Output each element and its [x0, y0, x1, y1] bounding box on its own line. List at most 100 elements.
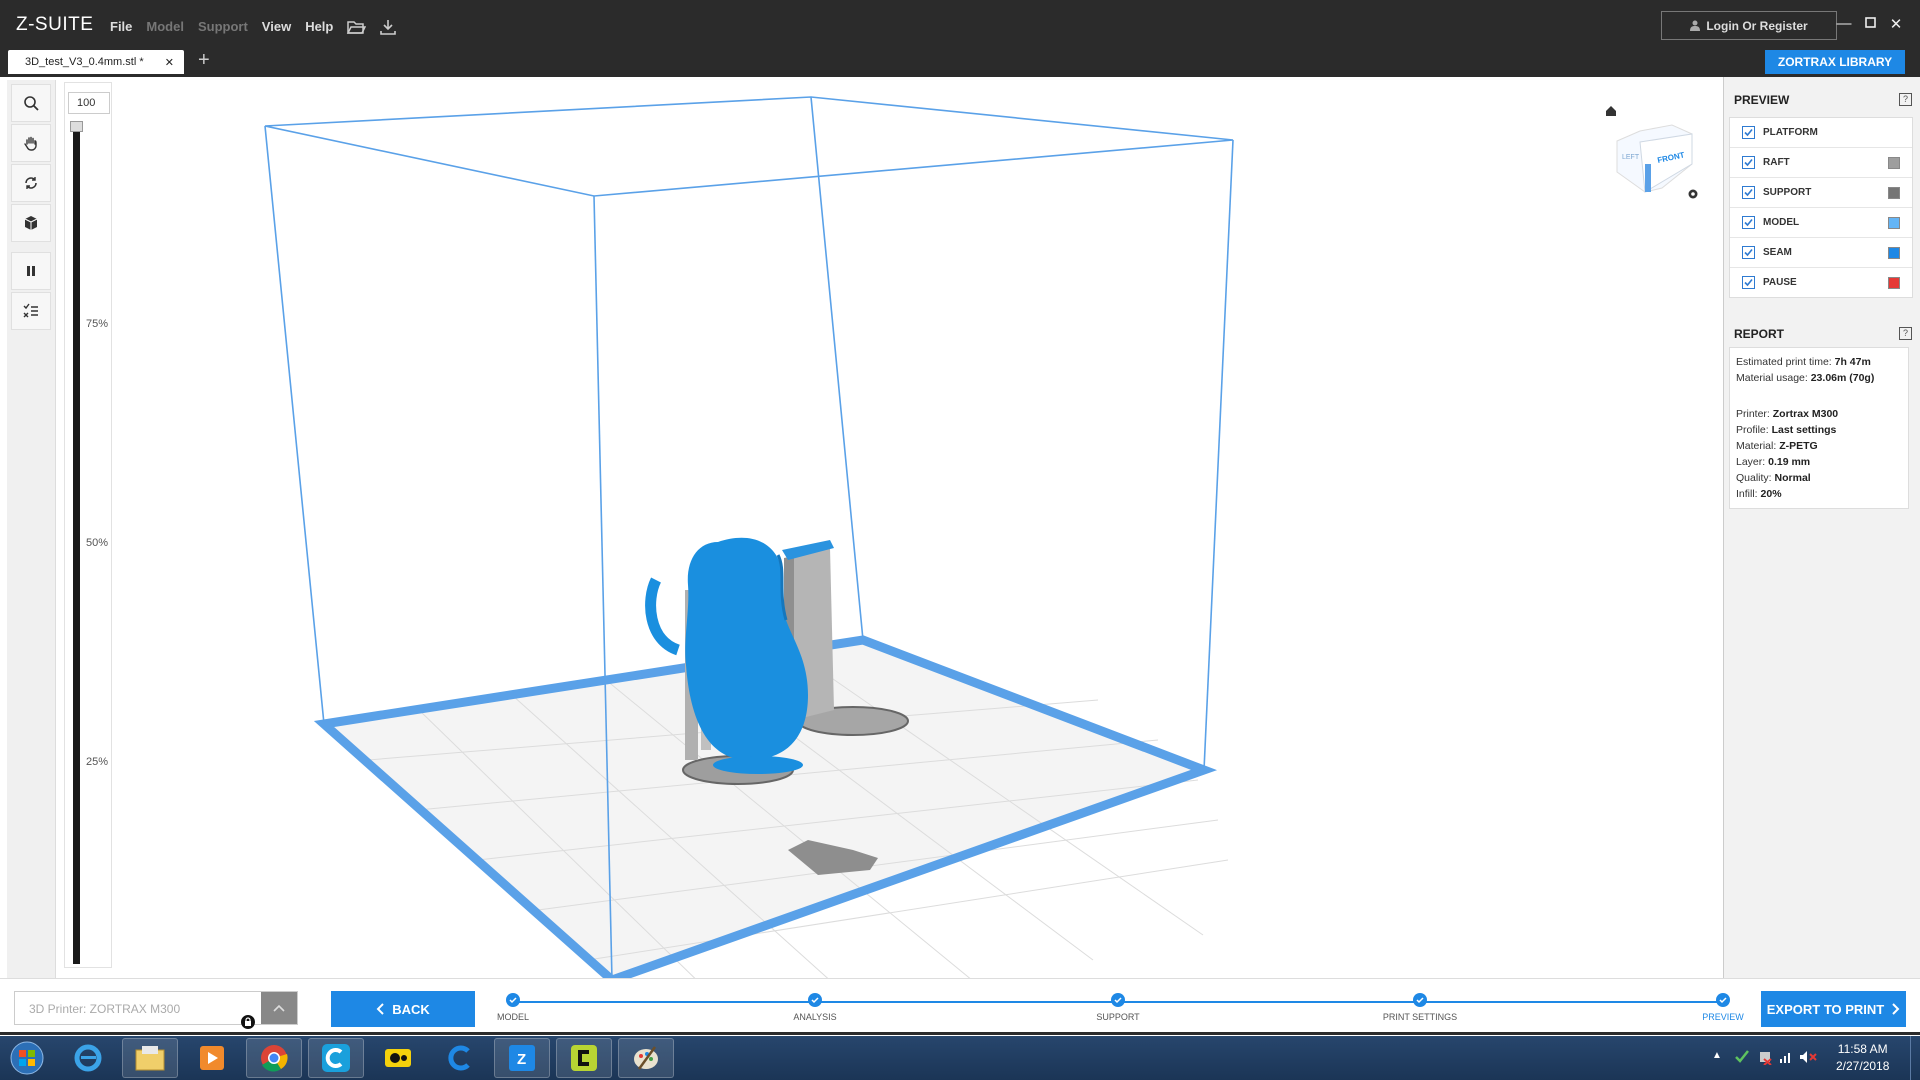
3d-viewport[interactable]: . [118, 80, 1723, 978]
layer-slider-track[interactable] [73, 124, 80, 964]
printer-dropdown-button[interactable] [261, 992, 297, 1024]
step-model[interactable]: MODEL [453, 993, 573, 1022]
legend-row-platform[interactable]: PLATFORM [1730, 118, 1912, 148]
check-icon [1744, 188, 1753, 197]
material-type-label: Material: [1736, 440, 1777, 452]
app-c-icon [322, 1044, 350, 1072]
legend-row-seam[interactable]: SEAM [1730, 238, 1912, 268]
app-yellow-icon [385, 1049, 411, 1067]
home-icon[interactable] [1606, 106, 1616, 116]
chevron-up-icon [273, 1004, 285, 1012]
seam-checkbox[interactable] [1742, 246, 1755, 259]
preview-help-icon[interactable]: ? [1899, 93, 1912, 106]
media-player-icon [200, 1046, 224, 1070]
step-check-icon [1413, 993, 1427, 1007]
login-label: Login Or Register [1706, 18, 1808, 33]
pause-tool[interactable] [11, 252, 51, 290]
layer-value-input[interactable]: 100 [68, 92, 110, 114]
menu-help[interactable]: Help [305, 19, 333, 34]
close-button[interactable]: ✕ [1886, 15, 1906, 33]
report-quality: Quality: Normal [1736, 470, 1908, 486]
app-yellow-button[interactable] [370, 1038, 426, 1078]
menu-model[interactable]: Model [146, 19, 184, 34]
legend-row-raft[interactable]: RAFT [1730, 148, 1912, 178]
zoom-tool[interactable] [11, 84, 51, 122]
tab-file-label: 3D_test_V3_0.4mm.stl * [25, 56, 144, 68]
right-panel: PREVIEW ? PLATFORM RAFT SUPPORT MODEL SE… [1723, 77, 1920, 978]
pan-tool[interactable] [11, 124, 51, 162]
report-help-icon[interactable]: ? [1899, 327, 1912, 340]
quality-value: Normal [1774, 472, 1811, 484]
printer-select-value: 3D Printer: ZORTRAX M300 [29, 1002, 181, 1016]
printer-label: Printer: [1736, 408, 1770, 420]
show-desktop-button[interactable] [1910, 1036, 1920, 1080]
pause-checkbox[interactable] [1742, 276, 1755, 289]
step-support[interactable]: SUPPORT [1058, 993, 1178, 1022]
app-logo: Z-SUITE [16, 14, 94, 35]
rotate-tool[interactable] [11, 164, 51, 202]
step-print-settings[interactable]: PRINT SETTINGS [1360, 993, 1480, 1022]
tray-expand-icon[interactable]: ▲ [1712, 1050, 1722, 1061]
legend-row-support[interactable]: SUPPORT [1730, 178, 1912, 208]
view-tool[interactable] [11, 204, 51, 242]
download-icon[interactable] [378, 17, 398, 37]
report-printer: Printer: Zortrax M300 [1736, 406, 1908, 422]
print-time-value: 7h 47m [1834, 356, 1871, 368]
new-tab-button[interactable]: + [198, 49, 210, 72]
report-material: Material usage: 23.06m (70g) [1736, 370, 1908, 386]
profile-label: Profile: [1736, 424, 1769, 436]
paint-button[interactable] [618, 1038, 674, 1078]
printer-select[interactable]: 3D Printer: ZORTRAX M300 [14, 991, 298, 1029]
app-c3-button[interactable] [556, 1038, 612, 1078]
view-cube[interactable]: LEFT FRONT [1600, 104, 1700, 204]
media-player-button[interactable] [184, 1038, 240, 1078]
zortrax-library-button[interactable]: ZORTRAX LIBRARY [1765, 50, 1905, 74]
start-button[interactable] [0, 1038, 54, 1078]
step-check-icon [1111, 993, 1125, 1007]
tab-file[interactable]: 3D_test_V3_0.4mm.stl * ✕ [8, 50, 184, 74]
support-color-swatch [1888, 186, 1900, 199]
system-tray-icons[interactable] [1734, 1049, 1818, 1065]
z-suite-taskbar-button[interactable]: Z [494, 1038, 550, 1078]
menu-file[interactable]: File [110, 19, 132, 34]
chrome-button[interactable] [246, 1038, 302, 1078]
layer-slider-handle[interactable] [70, 121, 83, 132]
report-profile: Profile: Last settings [1736, 422, 1908, 438]
model-checkbox[interactable] [1742, 216, 1755, 229]
minimize-button[interactable]: — [1834, 15, 1854, 32]
gear-icon[interactable] [1688, 189, 1698, 199]
export-to-print-button[interactable]: EXPORT TO PRINT [1761, 991, 1906, 1027]
menu-support[interactable]: Support [198, 19, 248, 34]
step-analysis[interactable]: ANALYSIS [755, 993, 875, 1022]
legend-row-model[interactable]: MODEL [1730, 208, 1912, 238]
layers-tool[interactable] [11, 292, 51, 330]
platform-checkbox[interactable] [1742, 126, 1755, 139]
step-label: MODEL [496, 1012, 529, 1022]
profile-value: Last settings [1771, 424, 1837, 436]
model-color-swatch [1888, 216, 1900, 229]
internet-explorer-button[interactable] [60, 1038, 116, 1078]
report-infill: Infill: 20% [1736, 486, 1908, 502]
report-material-type: Material: Z-PETG [1736, 438, 1908, 454]
support-checkbox[interactable] [1742, 186, 1755, 199]
bottom-bar: 3D Printer: ZORTRAX M300 BACK MODEL ANAL… [0, 978, 1920, 1034]
tab-close-icon[interactable]: ✕ [165, 56, 174, 69]
taskbar-clock[interactable]: 11:58 AM 2/27/2018 [1836, 1041, 1889, 1075]
check-icon [1744, 218, 1753, 227]
legend-row-pause[interactable]: PAUSE [1730, 268, 1912, 297]
check-icon [1744, 128, 1753, 137]
app-c2-button[interactable] [432, 1038, 488, 1078]
login-button[interactable]: Login Or Register [1661, 11, 1837, 40]
internet-explorer-icon [74, 1044, 102, 1072]
menu-view[interactable]: View [262, 19, 291, 34]
maximize-icon [1864, 17, 1876, 28]
app-c2-icon [448, 1045, 470, 1071]
view-cube-left: LEFT [1622, 154, 1640, 161]
raft-checkbox[interactable] [1742, 156, 1755, 169]
legend-label: MODEL [1763, 217, 1800, 228]
folder-open-icon[interactable] [346, 17, 366, 37]
maximize-button[interactable] [1860, 15, 1880, 32]
file-explorer-button[interactable] [122, 1038, 178, 1078]
app-c-button[interactable] [308, 1038, 364, 1078]
cube-icon [24, 216, 38, 230]
